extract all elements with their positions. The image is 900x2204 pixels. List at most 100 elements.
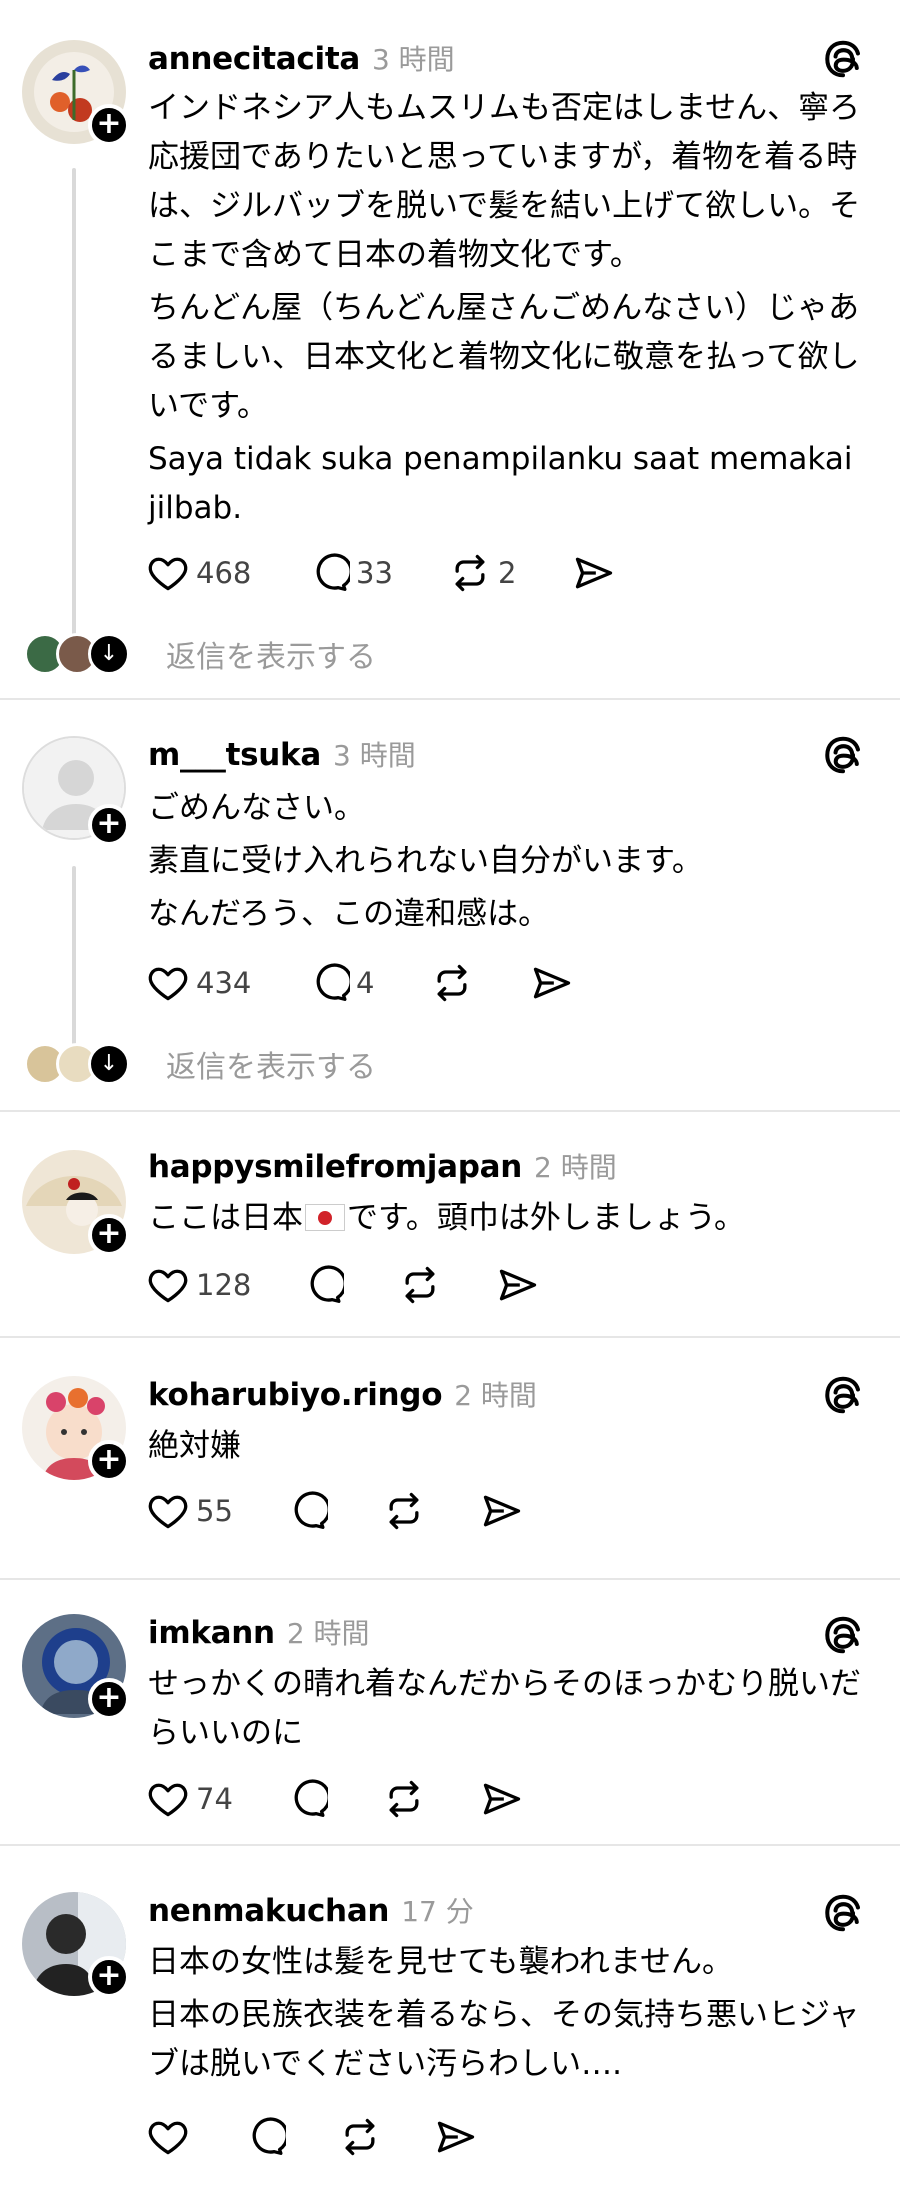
repost-button[interactable]: 2 <box>448 550 516 596</box>
share-button[interactable] <box>480 1488 524 1534</box>
comment-button[interactable]: 4 <box>306 960 374 1006</box>
follow-plus-icon[interactable]: + <box>88 804 130 846</box>
view-replies-link[interactable]: 返信を表示する <box>166 1042 376 1086</box>
heart-icon <box>146 551 190 595</box>
heart-icon <box>146 2115 190 2159</box>
share-button[interactable] <box>480 1776 524 1822</box>
arrow-down-icon: ↓ <box>88 1043 130 1085</box>
like-count: 434 <box>196 966 252 1000</box>
share-icon <box>530 961 574 1005</box>
post-text: です。頭巾は外しましょう。 <box>347 1200 746 1236</box>
comment-button[interactable] <box>284 1488 328 1534</box>
comment-icon <box>242 2115 286 2159</box>
share-icon <box>572 551 616 595</box>
post-4: + koharubiyo.ringo 2 時間 絶対嫌 55 <box>0 1338 900 1580</box>
post-text: ここは日本 <box>148 1200 303 1236</box>
post-paragraph: 日本の民族衣装を着るなら、その気持ち悪いヒジャブは脱いでください汚らわしい…. <box>148 1997 860 2082</box>
heart-icon <box>146 1263 190 1307</box>
post-body: 日本の女性は髪を見せても襲われません。 日本の民族衣装を着るなら、その気持ち悪い… <box>148 1938 868 2093</box>
share-button[interactable] <box>530 960 574 1006</box>
threads-logo-icon[interactable] <box>820 1372 866 1418</box>
timestamp: 2 時間 <box>534 1151 617 1184</box>
username[interactable]: m___tsuka <box>148 737 321 773</box>
like-button[interactable]: 128 <box>146 1262 251 1308</box>
post-paragraph: インドネシア人もムスリムも否定はしません、寧ろ応援団でありたいと思っていますが，… <box>148 90 861 273</box>
post-3: + happysmilefromjapan 2 時間 ここは日本 です。頭巾は外し… <box>0 1112 900 1338</box>
follow-plus-icon[interactable]: + <box>88 104 130 146</box>
timestamp: 3 時間 <box>371 43 455 76</box>
repost-icon <box>338 2115 382 2159</box>
post-paragraph: ちんどん屋（ちんどん屋さんごめんなさい）じゃあるましい、日本文化と着物文化に敬意… <box>148 290 860 424</box>
username[interactable]: annecitacita <box>148 41 360 77</box>
post-paragraph: 素直に受け入れられない自分がいます。 <box>148 843 703 879</box>
comment-count: 4 <box>356 966 375 1000</box>
comment-icon <box>306 961 350 1005</box>
post-body: せっかくの晴れ着なんだからそのほっかむり脱いだらいいのに <box>148 1660 868 1762</box>
post-2: + m___tsuka 3 時間 ごめんなさい。 素直に受け入れられない自分がい… <box>0 700 900 1112</box>
follow-plus-icon[interactable]: + <box>88 1678 130 1720</box>
like-button[interactable]: 434 <box>146 960 251 1006</box>
repost-button[interactable] <box>382 1776 426 1822</box>
username[interactable]: koharubiyo.ringo <box>148 1377 443 1413</box>
post-paragraph: ごめんなさい。 <box>148 790 365 826</box>
repost-button[interactable] <box>430 960 474 1006</box>
comment-button[interactable]: 33 <box>306 550 393 596</box>
repost-button[interactable] <box>382 1488 426 1534</box>
share-icon <box>496 1263 540 1307</box>
follow-plus-icon[interactable]: + <box>88 1440 130 1482</box>
timestamp: 2 時間 <box>454 1379 537 1412</box>
post-body: インドネシア人もムスリムも否定はしません、寧ろ応援団でありたいと思っていますが，… <box>148 84 868 537</box>
share-icon <box>480 1777 524 1821</box>
share-button[interactable] <box>572 550 616 596</box>
view-replies-row[interactable]: ↓ 返信を表示する <box>24 1042 376 1086</box>
comment-button[interactable] <box>242 2114 286 2160</box>
username[interactable]: imkann <box>148 1615 275 1651</box>
like-count: 128 <box>196 1268 252 1302</box>
repost-button[interactable] <box>398 1262 442 1308</box>
username[interactable]: nenmakuchan <box>148 1893 390 1929</box>
post-paragraph: Saya tidak suka penampilanku saat memaka… <box>148 441 853 526</box>
repost-count: 2 <box>498 556 517 590</box>
like-button[interactable]: 468 <box>146 550 251 596</box>
follow-plus-icon[interactable]: + <box>88 1214 130 1256</box>
share-button[interactable] <box>496 1262 540 1308</box>
post-paragraph: ここは日本 です。頭巾は外しましょう。 <box>148 1194 868 1243</box>
post-paragraph: 絶対嫌 <box>148 1428 241 1464</box>
view-replies-row[interactable]: ↓ 返信を表示する <box>24 632 376 676</box>
repost-icon <box>382 1489 426 1533</box>
repost-icon <box>430 961 474 1005</box>
timestamp: 17 分 <box>401 1895 474 1928</box>
repost-icon <box>382 1777 426 1821</box>
japan-flag-icon <box>305 1204 345 1231</box>
post-6: + nenmakuchan 17 分 日本の女性は髪を見せても襲われません。 日… <box>0 1868 900 2204</box>
comment-count: 33 <box>356 556 393 590</box>
threads-logo-icon[interactable] <box>820 1612 866 1658</box>
username[interactable]: happysmilefromjapan <box>148 1149 522 1185</box>
repost-icon <box>398 1263 442 1307</box>
thread-line <box>72 866 76 1056</box>
post-body: 絶対嫌 <box>148 1422 868 1475</box>
comment-button[interactable] <box>300 1262 344 1308</box>
threads-logo-icon[interactable] <box>820 1890 866 1936</box>
view-replies-link[interactable]: 返信を表示する <box>166 632 376 676</box>
like-count: 468 <box>196 556 252 590</box>
repost-icon <box>448 551 492 595</box>
share-button[interactable] <box>434 2114 478 2160</box>
heart-icon <box>146 1777 190 1821</box>
comment-icon <box>306 551 350 595</box>
like-button[interactable]: 74 <box>146 1776 233 1822</box>
post-5: + imkann 2 時間 せっかくの晴れ着なんだからそのほっかむり脱いだらいい… <box>0 1580 900 1868</box>
post-paragraph: せっかくの晴れ着なんだからそのほっかむり脱いだらいいのに <box>148 1666 861 1751</box>
comment-button[interactable] <box>284 1776 328 1822</box>
comment-icon <box>300 1263 344 1307</box>
like-button[interactable]: 55 <box>146 1488 233 1534</box>
threads-logo-icon[interactable] <box>820 36 866 82</box>
follow-plus-icon[interactable]: + <box>88 1956 130 1998</box>
divider <box>0 1844 900 1846</box>
threads-logo-icon[interactable] <box>820 732 866 778</box>
post-body: ここは日本 です。頭巾は外しましょう。 <box>148 1194 868 1247</box>
share-icon <box>434 2115 478 2159</box>
repost-button[interactable] <box>338 2114 382 2160</box>
post-paragraph: なんだろう、この違和感は。 <box>148 896 550 932</box>
like-button[interactable] <box>146 2114 190 2160</box>
